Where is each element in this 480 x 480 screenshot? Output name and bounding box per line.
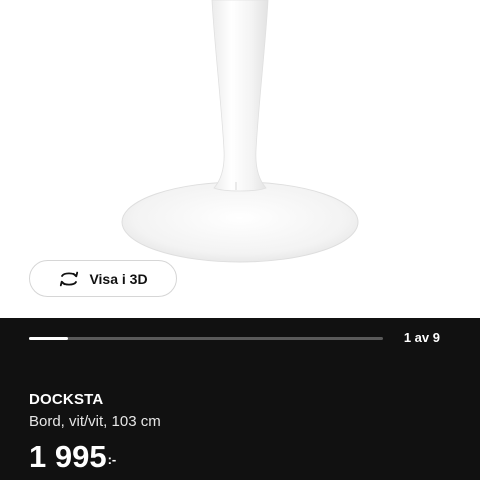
product-name[interactable]: DOCKSTA xyxy=(29,391,103,408)
view-3d-label: Visa i 3D xyxy=(89,270,148,287)
product-info-panel: 1 av 9 DOCKSTA Bord, vit/vit, 103 cm 1 9… xyxy=(0,318,480,480)
gallery-counter: 1 av 9 xyxy=(403,330,440,345)
gallery-progress-bar[interactable] xyxy=(29,337,383,340)
product-price: 1 995 :- xyxy=(29,438,116,476)
price-suffix: :- xyxy=(107,452,117,467)
view-3d-button[interactable]: Visa i 3D xyxy=(29,260,177,297)
gallery-progress-fill xyxy=(29,337,69,340)
rotate-3d-icon xyxy=(60,271,79,286)
price-amount: 1 995 xyxy=(29,439,107,474)
product-description: Bord, vit/vit, 103 cm xyxy=(29,413,161,430)
